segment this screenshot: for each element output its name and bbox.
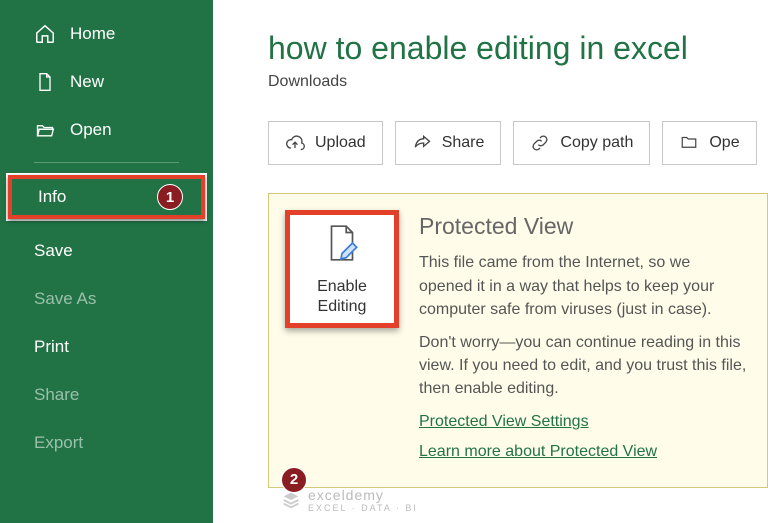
protected-view-panel: Enable Editing 2 Protected View This fil… bbox=[268, 193, 768, 488]
page-title: how to enable editing in excel bbox=[268, 30, 768, 67]
backstage-sidebar: Home New Open Info 1 Save Save As Print … bbox=[0, 0, 213, 523]
nav-label: Home bbox=[70, 24, 115, 44]
main-content: how to enable editing in excel Downloads… bbox=[213, 0, 768, 523]
button-label: Share bbox=[442, 134, 485, 152]
nav-print[interactable]: Print bbox=[0, 323, 213, 371]
nav-new[interactable]: New bbox=[0, 58, 213, 106]
callout-badge-2: 2 bbox=[281, 467, 307, 493]
folder-icon bbox=[679, 133, 699, 153]
nav-label: Export bbox=[34, 433, 83, 453]
share-icon bbox=[412, 133, 432, 153]
cloud-upload-icon bbox=[285, 133, 305, 153]
nav-divider bbox=[34, 162, 179, 163]
enable-editing-container: Enable Editing 2 bbox=[285, 210, 399, 469]
nav-label: Share bbox=[34, 385, 79, 405]
nav-label: Open bbox=[70, 120, 112, 140]
folder-open-icon bbox=[34, 119, 56, 141]
upload-button[interactable]: Upload bbox=[268, 121, 383, 165]
nav-label: Print bbox=[34, 337, 69, 357]
callout-badge-1: 1 bbox=[157, 184, 183, 210]
button-label: Upload bbox=[315, 134, 366, 152]
nav-share: Share bbox=[0, 371, 213, 419]
nav-info-highlight: Info 1 bbox=[6, 173, 207, 221]
protected-view-learn-link[interactable]: Learn more about Protected View bbox=[419, 440, 657, 463]
button-label: Enable Editing bbox=[307, 277, 377, 315]
watermark-tag: EXCEL · DATA · BI bbox=[308, 503, 418, 513]
nav-save[interactable]: Save bbox=[0, 227, 213, 275]
nav-label: Save As bbox=[34, 289, 96, 309]
file-icon bbox=[34, 71, 56, 93]
protected-view-settings-link[interactable]: Protected View Settings bbox=[419, 410, 589, 433]
protected-view-text: Protected View This file came from the I… bbox=[419, 210, 747, 469]
link-icon bbox=[530, 133, 550, 153]
nav-label: Info bbox=[38, 187, 66, 207]
protected-view-heading: Protected View bbox=[419, 210, 747, 243]
nav-export: Export bbox=[0, 419, 213, 467]
protected-view-p2: Don't worry—you can continue reading in … bbox=[419, 331, 747, 401]
share-button[interactable]: Share bbox=[395, 121, 502, 165]
info-toolbar: Upload Share Copy path Ope bbox=[268, 121, 768, 165]
button-label: Copy path bbox=[560, 134, 633, 152]
nav-label: New bbox=[70, 72, 104, 92]
enable-editing-button[interactable]: Enable Editing bbox=[285, 210, 399, 328]
copy-path-button[interactable]: Copy path bbox=[513, 121, 650, 165]
nav-open[interactable]: Open bbox=[0, 106, 213, 154]
open-location-button[interactable]: Ope bbox=[662, 121, 756, 165]
nav-save-as: Save As bbox=[0, 275, 213, 323]
nav-home[interactable]: Home bbox=[0, 10, 213, 58]
watermark-brand: exceldemy bbox=[308, 487, 384, 503]
button-label: Ope bbox=[709, 134, 739, 152]
home-icon bbox=[34, 23, 56, 45]
document-edit-icon bbox=[321, 222, 363, 269]
protected-view-p1: This file came from the Internet, so we … bbox=[419, 251, 747, 321]
file-location: Downloads bbox=[268, 73, 768, 91]
nav-label: Save bbox=[34, 241, 73, 261]
